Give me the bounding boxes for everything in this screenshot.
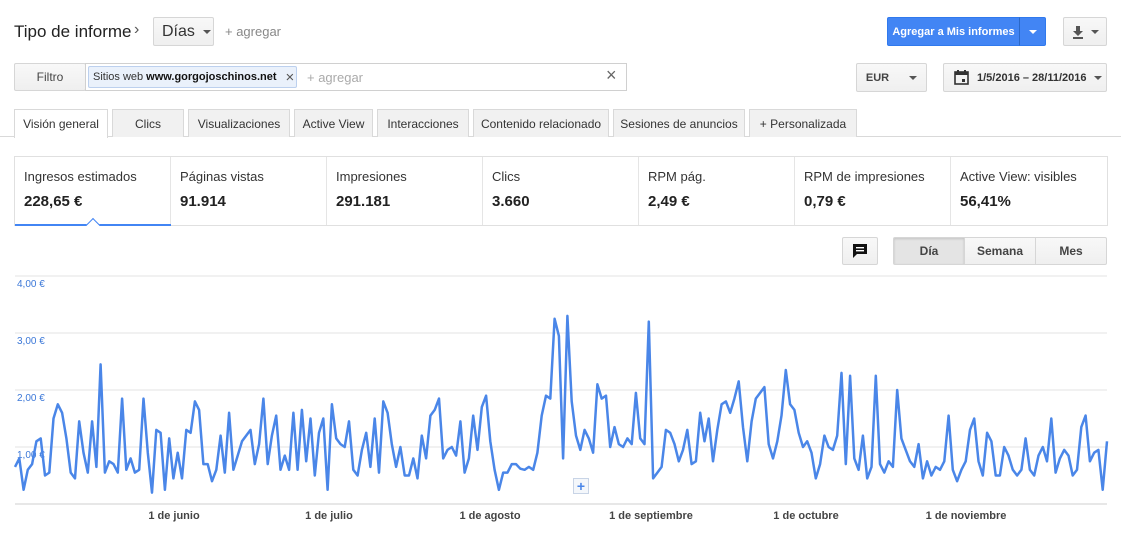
granularity-day-button[interactable]: Día (893, 237, 965, 265)
filter-add-placeholder[interactable]: + agregar (307, 70, 363, 85)
calendar-icon (954, 70, 969, 85)
metric-label: RPM pág. (648, 169, 706, 184)
metric-active-view[interactable]: Active View: visibles 56,41% (951, 157, 1107, 225)
report-type-label: Tipo de informe (14, 22, 132, 41)
add-to-reports-label: Agregar a Mis informes (892, 25, 1015, 38)
tab-ad-sessions[interactable]: Sesiones de anuncios (613, 109, 745, 137)
tab-label: Active View (302, 116, 365, 131)
metric-label: Impresiones (336, 169, 407, 184)
metric-value: 2,49 € (648, 193, 690, 210)
close-icon[interactable]: × (286, 70, 295, 85)
chevron-right-icon: › (134, 21, 140, 38)
tab-custom[interactable]: + Personalizada (749, 109, 857, 137)
chevron-down-icon (1091, 29, 1099, 34)
tab-label: Visión general (23, 117, 99, 131)
tab-related-content[interactable]: Contenido relacionado (473, 109, 609, 137)
filter-chip-prefix: Sitios web (93, 71, 144, 83)
granularity-label: Mes (1059, 244, 1083, 258)
metric-value: 91.914 (180, 193, 226, 210)
granularity-label: Semana (976, 244, 1024, 258)
y-tick-label: 2,00 € (17, 393, 45, 404)
metric-page-rpm[interactable]: RPM pág. 2,49 € (639, 157, 795, 225)
granularity-week-button[interactable]: Semana (964, 237, 1036, 265)
metric-label: Active View: visibles (960, 169, 1077, 184)
annotation-button[interactable] (842, 237, 878, 265)
filter-chip-value: www.gorgojoschinos.net (146, 71, 277, 83)
metric-value: 0,79 € (804, 193, 846, 210)
chevron-down-icon (1028, 29, 1037, 34)
tab-overview[interactable]: Visión general (14, 109, 108, 138)
comment-icon (853, 244, 867, 258)
granularity-month-button[interactable]: Mes (1035, 237, 1107, 265)
date-range-picker[interactable]: 1/5/2016 – 28/11/2016 (943, 63, 1107, 92)
clear-filter-icon[interactable]: × (606, 66, 617, 84)
currency-value: EUR (865, 71, 890, 84)
currency-dropdown[interactable]: EUR (856, 63, 927, 92)
chevron-down-icon (202, 29, 211, 34)
filter-chip[interactable]: Sitios web www.gorgojoschinos.net × (88, 66, 297, 88)
chevron-down-icon (1093, 75, 1102, 80)
x-tick-label: 1 de agosto (459, 510, 521, 522)
add-annotation-marker[interactable]: + (573, 478, 589, 494)
tab-label: Interacciones (387, 116, 459, 131)
tab-label: Sesiones de anuncios (620, 116, 738, 131)
metric-label: Clics (492, 169, 521, 184)
series-line (13, 314, 1109, 494)
x-tick-label: 1 de octubre (773, 510, 839, 522)
tab-views[interactable]: Visualizaciones (188, 109, 290, 137)
metric-impression-rpm[interactable]: RPM de impresiones 0,79 € (795, 157, 951, 225)
filter-button[interactable]: Filtro (14, 63, 86, 91)
granularity-label: Día (919, 244, 939, 258)
download-icon (1073, 25, 1083, 39)
metric-label: Páginas vistas (180, 169, 264, 184)
report-type-value: Días (162, 22, 195, 40)
metric-value: 56,41% (960, 193, 1011, 210)
tab-label: Visualizaciones (197, 116, 281, 131)
date-range-value: 1/5/2016 – 28/11/2016 (977, 71, 1087, 84)
tab-label: Clics (135, 116, 161, 131)
x-tick-label: 1 de septiembre (609, 510, 693, 522)
y-tick-label: 4,00 € (17, 279, 45, 290)
chevron-down-icon (909, 75, 918, 80)
metric-value: 291.181 (336, 193, 391, 210)
y-tick-label: 1,00 € (17, 450, 45, 461)
metric-value: 228,65 € (24, 193, 83, 210)
metric-page-views[interactable]: Páginas vistas 91.914 (171, 157, 327, 225)
metric-value: 3.660 (492, 193, 530, 210)
report-type-dropdown[interactable]: Días (153, 17, 214, 46)
tab-clicks[interactable]: Clics (112, 109, 184, 137)
tab-active-view[interactable]: Active View (294, 109, 373, 137)
filter-label: Filtro (36, 70, 64, 84)
metric-label: Ingresos estimados (24, 169, 137, 184)
download-button[interactable] (1063, 17, 1107, 46)
x-tick-label: 1 de noviembre (925, 510, 1007, 522)
x-tick-label: 1 de julio (305, 510, 353, 522)
tab-label: + Personalizada (759, 116, 847, 131)
tab-interactions[interactable]: Interacciones (377, 109, 469, 137)
x-tick-label: 1 de junio (148, 510, 200, 522)
tab-label: Contenido relacionado (480, 116, 602, 131)
metric-selected-caret (85, 217, 101, 233)
add-link[interactable]: + agregar (225, 24, 281, 39)
add-to-reports-button[interactable]: Agregar a Mis informes (887, 17, 1020, 46)
metric-label: RPM de impresiones (804, 169, 925, 184)
metric-clicks[interactable]: Clics 3.660 (483, 157, 639, 225)
add-to-reports-dropdown[interactable] (1019, 17, 1046, 46)
metric-impressions[interactable]: Impresiones 291.181 (327, 157, 483, 225)
y-tick-label: 3,00 € (17, 336, 45, 347)
metric-estimated-earnings[interactable]: Ingresos estimados 228,65 € (15, 157, 171, 233)
